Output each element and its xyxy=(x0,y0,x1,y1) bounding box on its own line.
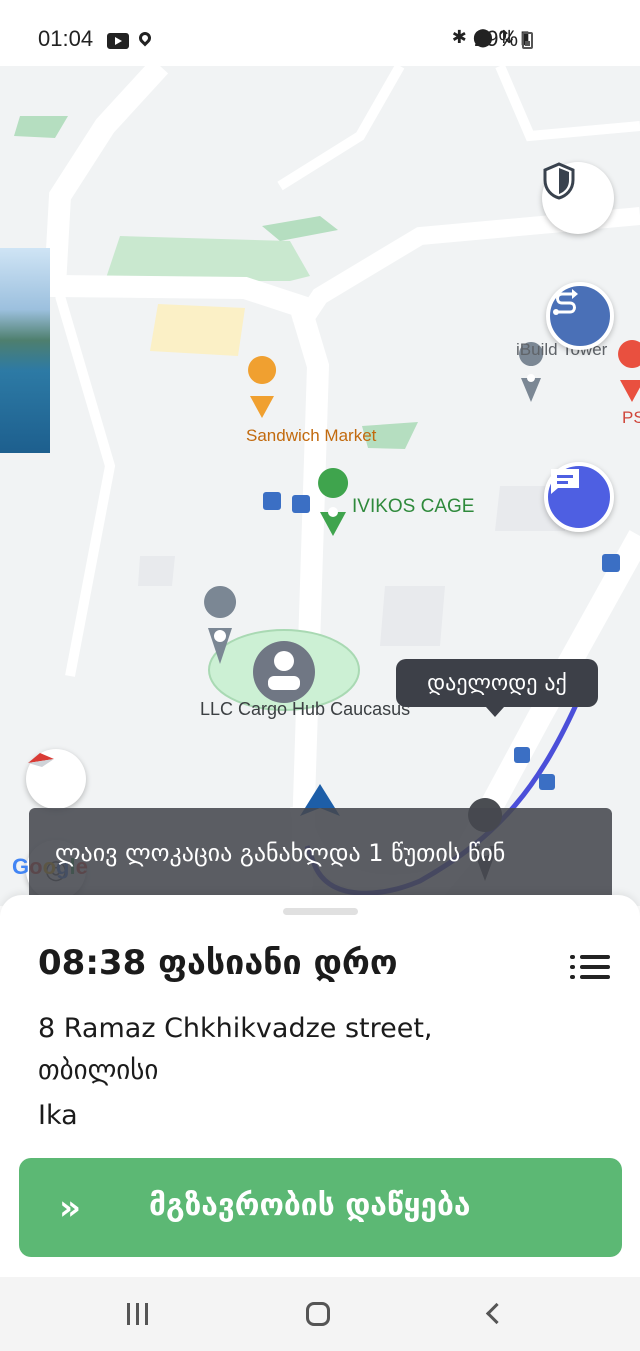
back-button[interactable] xyxy=(485,1302,508,1325)
route-icon xyxy=(553,289,578,315)
status-time: 01:04 xyxy=(38,26,94,51)
system-nav-bar xyxy=(0,1277,640,1351)
map-label-ivikos-cage[interactable]: IVIKOS CAGE xyxy=(352,496,474,518)
chat-icon xyxy=(551,469,579,494)
trip-bottom-sheet[interactable]: 08:38 ფასიანი დრო 8 Ramaz Chkhikvadze st… xyxy=(0,895,640,1277)
map-label-sandwich-market[interactable]: Sandwich Market xyxy=(246,426,376,446)
map-label-cargo-hub[interactable]: LLC Cargo Hub Caucasus xyxy=(200,699,410,720)
double-chevron-right-icon: ›› xyxy=(59,1188,81,1228)
compass-icon xyxy=(28,753,54,767)
battery-percent: 29% xyxy=(474,26,519,51)
shield-icon xyxy=(543,162,575,200)
youtube-icon xyxy=(107,33,129,49)
map-view[interactable]: iBuild Tower PS Sandwich Market IVIKOS C… xyxy=(0,66,640,906)
passenger-name: Ika xyxy=(38,1100,78,1131)
bluetooth-icon: ✱ xyxy=(451,27,473,48)
live-location-toast: ლაივ ლოკაცია განახლდა 1 წუთის წინ xyxy=(29,808,612,906)
recent-apps-button[interactable] xyxy=(127,1303,151,1325)
compass-button[interactable] xyxy=(26,749,86,809)
safety-shield-button[interactable] xyxy=(542,162,614,234)
map-label-ps[interactable]: PS xyxy=(622,408,640,428)
start-trip-button[interactable]: ›› მგზავრობის დაწყება xyxy=(19,1158,622,1257)
home-button[interactable] xyxy=(306,1302,330,1326)
wait-here-bubble: დაელოდე აქ xyxy=(396,659,598,717)
place-photo-thumbnail[interactable] xyxy=(0,248,50,453)
start-trip-label: მგზავრობის დაწყება xyxy=(149,1188,471,1223)
route-button[interactable] xyxy=(546,282,614,350)
chat-button[interactable] xyxy=(544,462,614,532)
sheet-drag-handle[interactable] xyxy=(283,908,358,915)
menu-list-icon[interactable] xyxy=(570,953,610,981)
pickup-address: 8 Ramaz Chkhikvadze street, თბილისი xyxy=(38,1013,433,1086)
eta-paid-time: 08:38 ფასიანი დრო xyxy=(38,943,398,983)
battery-icon xyxy=(522,32,533,49)
location-icon xyxy=(136,29,154,47)
